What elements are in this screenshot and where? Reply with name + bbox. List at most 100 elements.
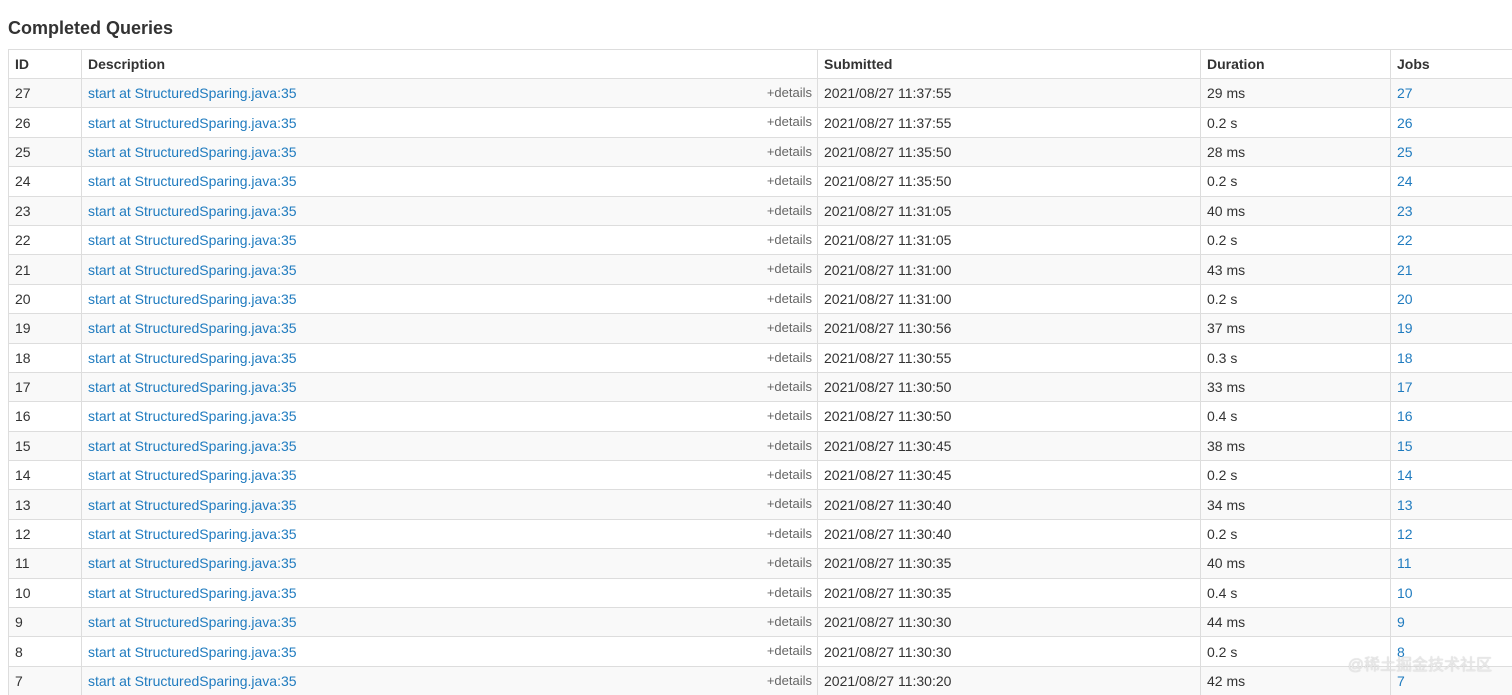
jobs-cell: 9 bbox=[1390, 607, 1512, 638]
jobs-cell: 12 bbox=[1390, 518, 1512, 550]
query-description-link[interactable]: start at StructuredSparing.java:35 bbox=[88, 350, 297, 366]
query-description-link[interactable]: start at StructuredSparing.java:35 bbox=[88, 262, 297, 278]
table-row: 10 start at StructuredSparing.java:35 +det… bbox=[8, 577, 1512, 609]
query-id: 21 bbox=[8, 254, 82, 285]
details-toggle[interactable]: +details bbox=[767, 432, 812, 459]
description-cell: start at StructuredSparing.java:35 +detai… bbox=[81, 136, 818, 168]
details-toggle[interactable]: +details bbox=[767, 520, 812, 547]
submitted-time: 2021/08/27 11:30:50 bbox=[817, 401, 1201, 432]
jobs-cell: 11 bbox=[1390, 548, 1512, 579]
description-cell: start at StructuredSparing.java:35 +detai… bbox=[81, 313, 818, 344]
column-header-jobs[interactable]: Jobs bbox=[1390, 49, 1512, 79]
jobs-cell: 24 bbox=[1390, 166, 1512, 197]
details-toggle[interactable]: +details bbox=[767, 80, 812, 107]
description-cell: start at StructuredSparing.java:35 +detai… bbox=[81, 224, 818, 256]
job-link[interactable]: 13 bbox=[1397, 497, 1413, 513]
query-description-link[interactable]: start at StructuredSparing.java:35 bbox=[88, 644, 297, 660]
details-toggle[interactable]: +details bbox=[767, 667, 812, 694]
query-description-link[interactable]: start at StructuredSparing.java:35 bbox=[88, 203, 297, 219]
description-cell: start at StructuredSparing.java:35 +detai… bbox=[81, 518, 818, 550]
details-toggle[interactable]: +details bbox=[767, 462, 812, 489]
query-description-link[interactable]: start at StructuredSparing.java:35 bbox=[88, 555, 297, 571]
column-header-duration[interactable]: Duration bbox=[1200, 49, 1391, 79]
job-link[interactable]: 21 bbox=[1397, 262, 1413, 278]
job-link[interactable]: 11 bbox=[1397, 555, 1412, 571]
query-description-link[interactable]: start at StructuredSparing.java:35 bbox=[88, 320, 297, 336]
details-toggle[interactable]: +details bbox=[767, 256, 812, 283]
query-description-link[interactable]: start at StructuredSparing.java:35 bbox=[88, 291, 297, 307]
query-description-link[interactable]: start at StructuredSparing.java:35 bbox=[88, 585, 297, 601]
details-toggle[interactable]: +details bbox=[767, 579, 812, 606]
query-description-link[interactable]: start at StructuredSparing.java:35 bbox=[88, 438, 297, 454]
query-description-link[interactable]: start at StructuredSparing.java:35 bbox=[88, 173, 297, 189]
query-description-link[interactable]: start at StructuredSparing.java:35 bbox=[88, 85, 297, 101]
query-description-link[interactable]: start at StructuredSparing.java:35 bbox=[88, 408, 297, 424]
table-row: 27 start at StructuredSparing.java:35 +det… bbox=[8, 77, 1512, 109]
column-header-id[interactable]: ID bbox=[8, 49, 82, 79]
query-description-link[interactable]: start at StructuredSparing.java:35 bbox=[88, 467, 297, 483]
details-toggle[interactable]: +details bbox=[767, 609, 812, 636]
column-header-submitted[interactable]: Submitted bbox=[817, 49, 1201, 79]
duration: 0.2 s bbox=[1200, 166, 1391, 197]
job-link[interactable]: 25 bbox=[1397, 144, 1413, 160]
job-link[interactable]: 9 bbox=[1397, 614, 1405, 630]
description-cell: start at StructuredSparing.java:35 +detai… bbox=[81, 548, 818, 579]
table-row: 13 start at StructuredSparing.java:35 +det… bbox=[8, 489, 1512, 520]
job-link[interactable]: 14 bbox=[1397, 467, 1413, 483]
table-body: 27 start at StructuredSparing.java:35 +det… bbox=[8, 77, 1512, 695]
job-link[interactable]: 23 bbox=[1397, 203, 1413, 219]
details-toggle[interactable]: +details bbox=[767, 197, 812, 224]
details-toggle[interactable]: +details bbox=[767, 550, 812, 577]
query-id: 8 bbox=[8, 636, 82, 667]
job-link[interactable]: 19 bbox=[1397, 320, 1413, 336]
query-description-link[interactable]: start at StructuredSparing.java:35 bbox=[88, 144, 297, 160]
jobs-cell: 15 bbox=[1390, 430, 1512, 462]
duration: 0.2 s bbox=[1200, 518, 1391, 550]
query-description-link[interactable]: start at StructuredSparing.java:35 bbox=[88, 614, 297, 630]
query-id: 11 bbox=[8, 548, 82, 579]
details-toggle[interactable]: +details bbox=[767, 344, 812, 371]
query-description-link[interactable]: start at StructuredSparing.java:35 bbox=[88, 232, 297, 248]
details-toggle[interactable]: +details bbox=[767, 285, 812, 312]
jobs-cell: 25 bbox=[1390, 136, 1512, 168]
details-toggle[interactable]: +details bbox=[767, 315, 812, 342]
details-toggle[interactable]: +details bbox=[767, 638, 812, 665]
job-link[interactable]: 10 bbox=[1397, 585, 1413, 601]
job-link[interactable]: 24 bbox=[1397, 173, 1413, 189]
query-id: 18 bbox=[8, 342, 82, 373]
details-toggle[interactable]: +details bbox=[767, 403, 812, 430]
job-link[interactable]: 18 bbox=[1397, 350, 1413, 366]
query-description-link[interactable]: start at StructuredSparing.java:35 bbox=[88, 526, 297, 542]
job-link[interactable]: 15 bbox=[1397, 438, 1413, 454]
job-link[interactable]: 12 bbox=[1397, 526, 1413, 542]
submitted-time: 2021/08/27 11:30:50 bbox=[817, 371, 1201, 403]
column-header-description[interactable]: Description bbox=[81, 49, 818, 79]
job-link[interactable]: 16 bbox=[1397, 408, 1413, 424]
details-toggle[interactable]: +details bbox=[767, 226, 812, 253]
query-description-link[interactable]: start at StructuredSparing.java:35 bbox=[88, 115, 297, 131]
jobs-cell: 23 bbox=[1390, 195, 1512, 226]
details-toggle[interactable]: +details bbox=[767, 138, 812, 165]
query-id: 14 bbox=[8, 460, 82, 491]
submitted-time: 2021/08/27 11:31:05 bbox=[817, 224, 1201, 256]
section-title[interactable]: Completed Queries bbox=[8, 17, 173, 39]
job-link[interactable]: 8 bbox=[1397, 644, 1405, 660]
job-link[interactable]: 20 bbox=[1397, 291, 1413, 307]
job-link[interactable]: 26 bbox=[1397, 115, 1413, 131]
details-toggle[interactable]: +details bbox=[767, 168, 812, 195]
details-toggle[interactable]: +details bbox=[767, 491, 812, 518]
job-link[interactable]: 22 bbox=[1397, 232, 1413, 248]
details-toggle[interactable]: +details bbox=[767, 373, 812, 400]
job-link[interactable]: 17 bbox=[1397, 379, 1413, 395]
query-description-link[interactable]: start at StructuredSparing.java:35 bbox=[88, 673, 297, 689]
submitted-time: 2021/08/27 11:31:05 bbox=[817, 195, 1201, 226]
details-toggle[interactable]: +details bbox=[767, 109, 812, 136]
jobs-cell: 22 bbox=[1390, 224, 1512, 256]
job-link[interactable]: 27 bbox=[1397, 85, 1413, 101]
query-id: 23 bbox=[8, 195, 82, 226]
job-link[interactable]: 7 bbox=[1397, 673, 1405, 689]
duration: 0.2 s bbox=[1200, 460, 1391, 491]
query-description-link[interactable]: start at StructuredSparing.java:35 bbox=[88, 379, 297, 395]
query-description-link[interactable]: start at StructuredSparing.java:35 bbox=[88, 497, 297, 513]
description-cell: start at StructuredSparing.java:35 +detai… bbox=[81, 430, 818, 462]
